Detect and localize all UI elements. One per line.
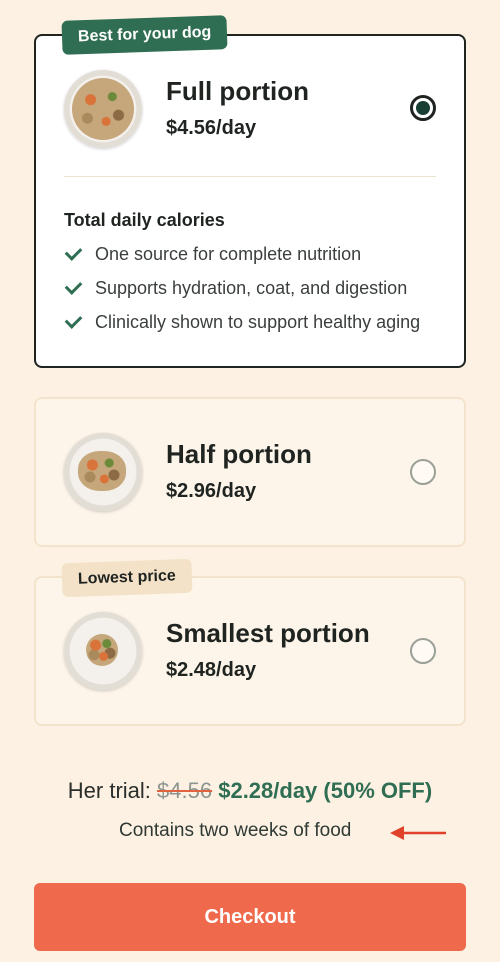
benefit-item: Clinically shown to support healthy agin… (64, 308, 420, 336)
trial-duration-note: Contains two weeks of food (119, 820, 352, 841)
benefit-text: One source for complete nutrition (95, 243, 362, 264)
checkmark-icon (64, 310, 83, 329)
plan-radio[interactable] (410, 459, 436, 485)
discounted-price: $2.28/day (50% OFF) (218, 778, 433, 803)
plan-price: $2.96/day (166, 480, 257, 502)
plan-price: $2.48/day (166, 659, 257, 681)
checkmark-icon (64, 242, 83, 261)
plan-card-smallest-portion[interactable]: Smallest portion $2.48/day (34, 576, 466, 726)
benefit-text: Clinically shown to support healthy agin… (95, 311, 421, 332)
original-price: $4.56 (157, 778, 213, 803)
plan-radio[interactable] (410, 638, 436, 664)
benefit-item: One source for complete nutrition (64, 240, 361, 268)
arrow-left-icon (390, 826, 446, 840)
best-for-dog-badge: Best for your dog (61, 15, 228, 55)
plan-price: $4.56/day (166, 117, 257, 139)
food-bowl-image (64, 612, 142, 690)
benefit-text: Supports hydration, coat, and digestion (95, 277, 408, 298)
card-divider (64, 176, 436, 177)
benefit-item: Supports hydration, coat, and digestion (64, 274, 407, 302)
plan-title: Smallest portion (166, 618, 370, 648)
food-bowl-image (64, 70, 142, 148)
plan-title: Half portion (166, 439, 312, 469)
trial-price-line: Her trial: $4.56 $2.28/day (50% OFF) (0, 778, 500, 804)
plan-radio-selected[interactable] (410, 95, 436, 121)
checkout-button[interactable]: Checkout (34, 883, 466, 951)
plan-card-full-portion[interactable]: Full portion $4.56/day Total daily calor… (34, 34, 466, 368)
lowest-price-badge: Lowest price (61, 558, 193, 598)
trial-label: Her trial: (67, 778, 151, 803)
plan-card-half-portion[interactable]: Half portion $2.96/day (34, 397, 466, 547)
checkmark-icon (64, 276, 83, 295)
calories-heading: Total daily calories (64, 210, 225, 230)
food-bowl-image (64, 433, 142, 511)
plan-title: Full portion (166, 76, 309, 106)
